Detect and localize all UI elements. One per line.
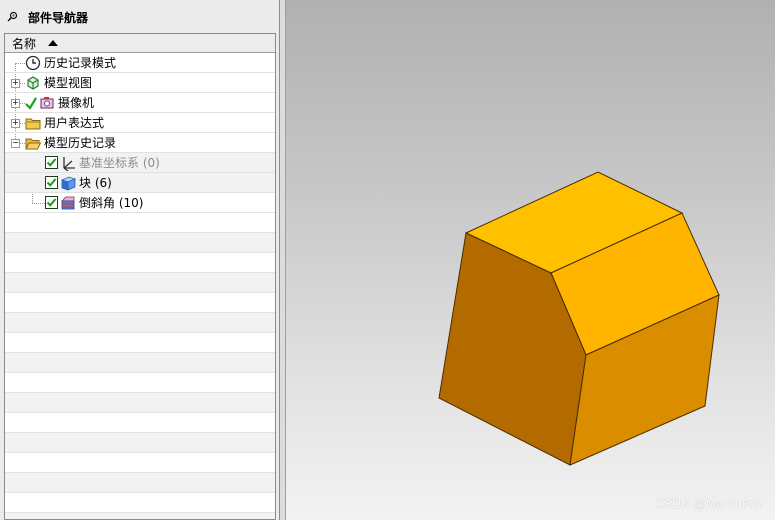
tree-item-label: 摄像机 [58,96,95,110]
visibility-checkbox[interactable] [45,156,58,169]
tree-item-user-expressions[interactable]: + 用户表达式 [5,113,275,133]
checkmark-icon [46,158,57,167]
tree-item-chamfer[interactable]: 倒斜角 (10) [5,193,275,213]
empty-row [5,273,275,293]
tree-item-label: 块 (6) [79,176,112,190]
tree-item-history-mode[interactable]: 历史记录模式 [5,53,275,73]
navigator-title: 部件导航器 [28,10,89,25]
empty-row [5,313,275,333]
model-views-icon [27,76,39,90]
watermark: CSDN @MarcoPro [655,497,761,511]
tree-item-label: 历史记录模式 [44,56,117,70]
empty-row [5,473,275,493]
empty-row [5,213,275,233]
tree-item-model-views[interactable]: + 模型视图 [5,73,275,93]
sort-ascending-icon [48,40,59,46]
clock-icon [25,55,41,71]
collapse-icon[interactable]: − [11,139,20,148]
empty-row [5,373,275,393]
tree-rows: 历史记录模式 + 模型视图 + 摄像机 + 用户表达式 − 模型历史记录 基准坐… [5,53,275,519]
navigator-header: 部件导航器 [6,6,279,28]
empty-row [5,353,275,373]
tree-item-label: 倒斜角 (10) [79,196,144,210]
column-name-label: 名称 [12,36,37,51]
expand-icon[interactable]: + [11,119,20,128]
expand-icon[interactable]: + [11,99,20,108]
empty-row [5,493,275,513]
pin-icon[interactable] [6,11,18,23]
empty-row [5,433,275,453]
visibility-checkbox[interactable] [45,196,58,209]
tree-item-label: 用户表达式 [44,116,105,130]
datum-csys-icon [63,157,75,171]
empty-row [5,233,275,253]
block-icon [60,176,76,191]
checkmark-icon [46,178,57,187]
empty-row [5,413,275,433]
column-header-name[interactable]: 名称 [5,34,275,53]
empty-row [5,333,275,353]
folder-icon [25,118,41,130]
empty-row [5,453,275,473]
graphics-viewport[interactable]: CSDN @MarcoPro [286,0,775,520]
green-check-icon [25,97,37,110]
checkmark-icon [46,198,57,207]
part-navigator-panel: 部件导航器 名称 历史记录模式 + 模型视图 + 摄像机 + 用户表达式 − 模… [0,0,280,520]
chamfer-icon [61,196,75,210]
tree-item-block[interactable]: 块 (6) [5,173,275,193]
tree-item-label: 基准坐标系 (0) [79,156,160,170]
camera-icon [40,97,54,109]
tree-item-label: 模型视图 [44,76,93,90]
visibility-checkbox[interactable] [45,176,58,189]
tree-item-datum-csys[interactable]: 基准坐标系 (0) [5,153,275,173]
empty-row [5,293,275,313]
tree-item-model-history[interactable]: − 模型历史记录 [5,133,275,153]
tree-item-label: 模型历史记录 [44,136,117,150]
expand-icon[interactable]: + [11,79,20,88]
empty-row [5,253,275,273]
tree-item-cameras[interactable]: + 摄像机 [5,93,275,113]
open-folder-icon [25,138,41,150]
empty-row [5,393,275,413]
navigator-tree[interactable]: 名称 历史记录模式 + 模型视图 + 摄像机 + 用户表达式 − 模型历史记录 … [4,33,276,520]
chamfered-block-model[interactable] [286,0,775,520]
empty-row [5,513,275,519]
